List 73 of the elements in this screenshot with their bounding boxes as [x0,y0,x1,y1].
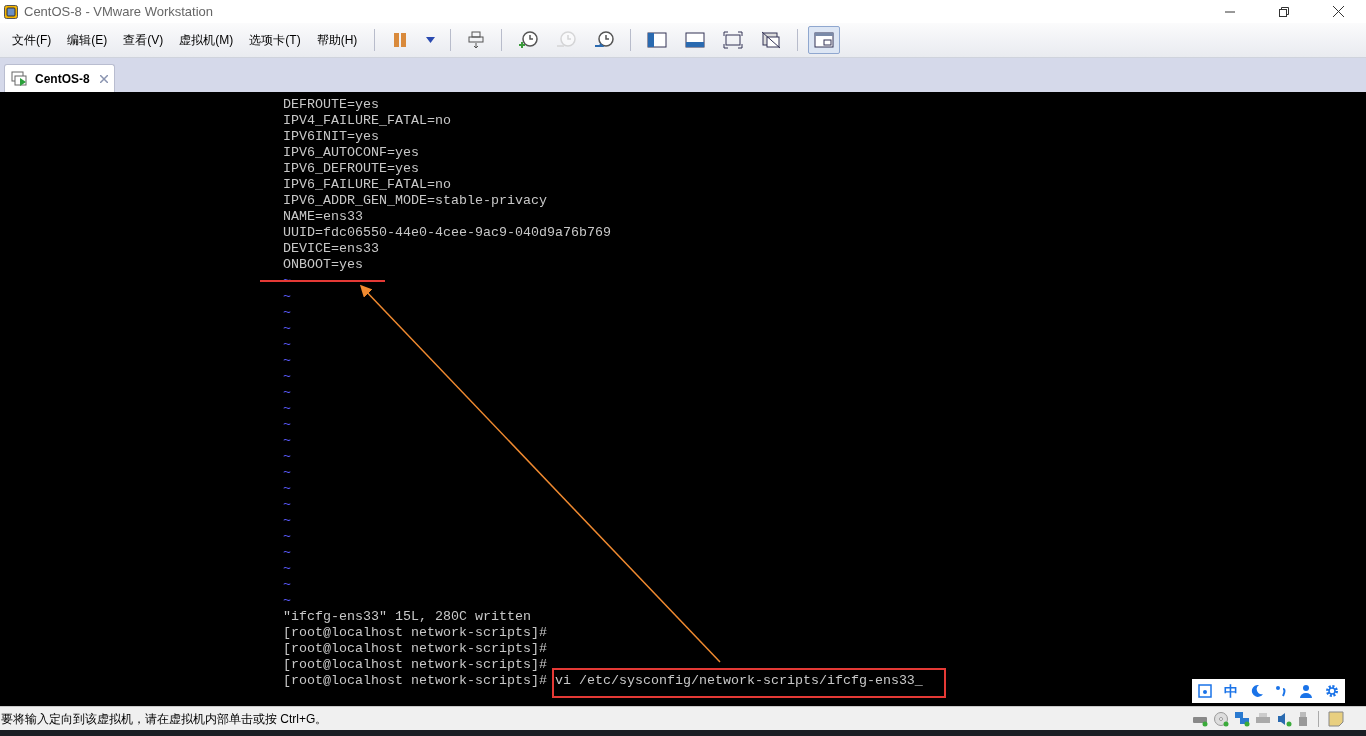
empty-line-marker: ~ [283,337,291,353]
menu-item[interactable]: 帮助(H) [310,31,364,49]
close-icon[interactable] [1333,6,1344,17]
empty-line-marker: ~ [283,433,291,449]
terminal-command: vi /etc/sysconfig/network-scripts/ifcfg-ens33_ [554,673,923,689]
note-icon[interactable] [1328,710,1344,727]
moon-icon[interactable] [1249,684,1264,698]
vm-icon [11,70,29,87]
menu-item[interactable]: 选项卡(T) [243,31,307,49]
ime-logo-icon[interactable] [1197,684,1212,698]
terminal-line: ONBOOT=yes [283,257,363,273]
empty-line-marker: ~ [283,321,291,337]
terminal-line: [root@localhost network-scripts]# [283,641,547,657]
punctuation-icon[interactable] [1275,684,1288,698]
clock-back-icon [555,30,578,50]
toolbar-button[interactable] [808,26,841,54]
empty-line-marker: ~ [283,449,291,465]
shell-prompt: [root@localhost network-scripts]# [283,673,547,689]
empty-line-marker: ~ [283,497,291,513]
sidebar-panel-icon [646,30,669,50]
menu-item[interactable]: 查看(V) [117,31,170,49]
empty-line-marker: ~ [283,289,291,305]
empty-line-marker: ~ [283,593,291,609]
user-icon[interactable] [1299,684,1314,698]
network-icon[interactable] [1234,710,1250,727]
bottom-panel-icon [684,30,707,50]
menu-item[interactable]: 虚拟机(M) [173,31,240,49]
terminal-line: [root@localhost network-scripts]# [283,625,547,641]
terminal-line: UUID=fdc06550-44e0-4cee-9ac9-040d9a76b769 [283,225,611,241]
status-message: 要将输入定向到该虚拟机，请在虚拟机内部单击或按 Ctrl+G。 [0,710,328,728]
vm-tab[interactable]: CentOS-8 [4,64,115,92]
terminal-line: [root@localhost network-scripts]# [283,657,547,673]
terminal-line: IPV6_DEFROUTE=yes [283,161,419,177]
settings-icon[interactable] [1325,684,1340,698]
fullscreen-icon [722,30,745,50]
empty-line-marker: ~ [283,369,291,385]
empty-line-marker: ~ [283,545,291,561]
empty-line-marker: ~ [283,465,291,481]
terminal-line: DEVICE=ens33 [283,241,379,257]
terminal-line: IPV6_ADDR_GEN_MODE=stable-privacy [283,193,547,209]
empty-line-marker: ~ [283,401,291,417]
menu-item[interactable]: 文件(F) [6,31,58,49]
terminal-line: IPV4_FAILURE_FATAL=no [283,113,451,129]
clock-wrench-icon [593,30,616,50]
empty-line-marker: ~ [283,417,291,433]
empty-line-marker: ~ [283,561,291,577]
terminal-line: IPV6_AUTOCONF=yes [283,145,419,161]
window-title: CentOS-8 - VMware Workstation [24,2,214,21]
empty-line-marker: ~ [283,577,291,593]
empty-line-marker: ~ [283,529,291,545]
menu-item[interactable]: 编辑(E) [61,31,114,49]
usb-icon[interactable] [1297,710,1309,727]
caret-icon [426,37,436,43]
empty-line-marker: ~ [283,305,291,321]
speaker-icon[interactable] [1276,710,1292,727]
restore-icon[interactable] [1279,6,1289,17]
app-logo-icon [4,4,18,19]
terminal-line: "ifcfg-ens33" 15L, 280C written [283,609,531,625]
terminal-line: IPV6INIT=yes [283,129,379,145]
empty-line-marker: ~ [283,481,291,497]
empty-line-marker: ~ [283,385,291,401]
keyboard-arrow-icon [466,30,487,50]
empty-line-marker: ~ [283,353,291,369]
tab-label: CentOS-8 [35,70,90,88]
clock-plus-icon [517,30,540,50]
console-view-icon [813,30,836,50]
disc-icon[interactable] [1213,710,1229,727]
window-crossed-icon [760,30,783,50]
terminal-line: NAME=ens33 [283,209,363,225]
terminal-line: IPV6_FAILURE_FATAL=no [283,177,451,193]
empty-line-marker: ~ [283,513,291,529]
terminal-line: DEFROUTE=yes [283,97,379,113]
ime-mode-toggle[interactable]: 中 [1223,683,1238,699]
